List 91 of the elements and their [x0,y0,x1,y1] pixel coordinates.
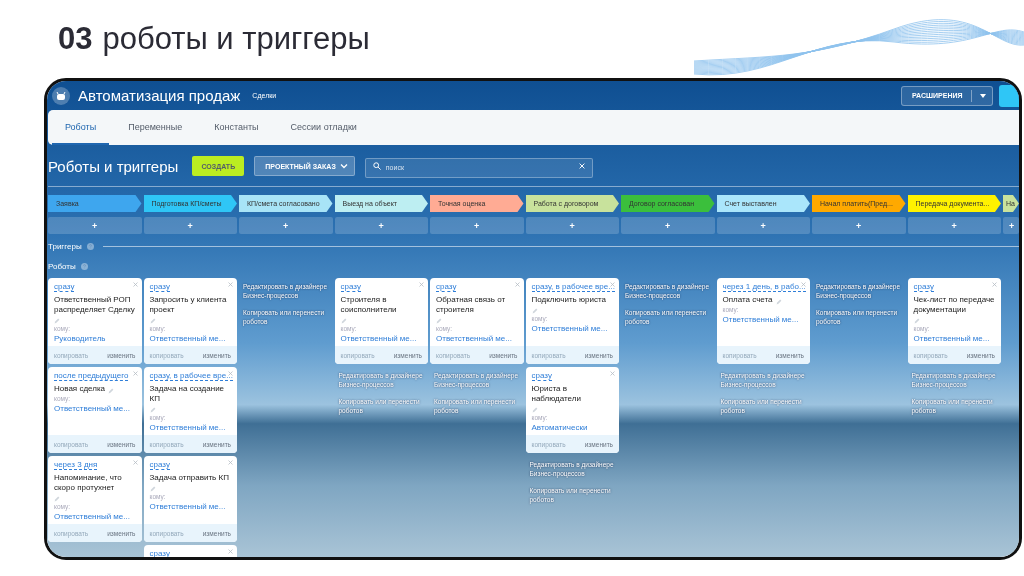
close-icon[interactable] [228,549,233,554]
add-robot-button[interactable]: + [239,217,333,234]
delay-link[interactable]: после предыдущего [54,371,129,381]
close-icon[interactable] [132,282,138,287]
close-icon[interactable] [228,460,233,465]
assignee-link[interactable]: Ответственный ме... [54,512,130,521]
assignee-link[interactable]: Ответственный ме... [722,315,799,324]
add-robot-button[interactable]: + [525,217,619,234]
close-icon[interactable] [228,282,233,287]
pencil-icon[interactable] [149,407,156,413]
delay-link[interactable]: через 3 дня [54,460,98,470]
tab[interactable]: Роботы [52,110,110,145]
assignee-link[interactable]: Ответственный ме... [531,324,608,333]
robot-title: Задача на создание КП [149,384,226,404]
delay-link[interactable]: сразу [531,371,552,381]
close-icon[interactable] [801,282,806,287]
slide-title: роботы и триггеры [102,22,370,56]
close-icon[interactable] [514,282,520,287]
pencil-icon[interactable] [531,407,538,413]
close-icon[interactable] [419,282,424,287]
add-robot-button[interactable]: + [48,217,142,234]
assignee-link[interactable]: Руководитель [54,334,106,343]
robot-title: Строителя в соисполнители [340,295,398,315]
robot-title: Новая сделка [54,384,106,394]
robot-title: Ответственный РОП распределяет Сделку [54,295,136,315]
robot-title: Чек-лист по передаче документации [913,295,995,315]
robot-title: Обратная связь от строителя [436,295,507,315]
assignee-link[interactable]: Ответственный ме... [436,334,512,343]
add-robot-button[interactable]: + [716,217,810,234]
assignee-link[interactable]: Ответственный ме... [54,404,130,413]
robot-title: Запросить у клиента проект [149,295,228,315]
assignee-link[interactable]: Ответственный ме... [149,334,226,343]
delay-link[interactable]: сразу [149,549,170,557]
assignee-link[interactable]: Ответственный ме... [149,502,226,511]
close-icon[interactable] [228,371,233,376]
robot-title: Юриста в наблюдатели [531,384,582,404]
delay-link[interactable]: сразу, в рабочее вре... [149,371,233,381]
pencil-icon[interactable] [436,318,442,324]
add-robot-button[interactable]: + [143,217,237,234]
app-title: Автоматизация продаж [78,87,241,104]
add-robot-button[interactable]: + [812,217,906,234]
robot-title: Подключить юриста [531,295,606,305]
assignee-link[interactable]: Ответственный ме... [149,423,226,432]
pencil-icon[interactable] [54,496,60,502]
add-robot-button[interactable]: + [621,217,715,234]
robot-icon [52,86,70,105]
close-icon[interactable] [610,371,615,376]
section-title: Триггеры [48,241,82,251]
delay-link[interactable]: сразу [340,282,361,292]
delay-link[interactable]: сразу [149,460,170,470]
assignee-link[interactable]: Ответственный ме... [913,334,990,343]
add-robot-button[interactable]: + [334,217,428,234]
assignee-link[interactable]: Ответственный ме... [340,334,417,343]
help-icon[interactable] [80,262,88,270]
pencil-icon[interactable] [54,318,60,324]
add-robot-button[interactable]: + [907,217,1001,234]
chevron-icon [339,162,348,170]
pencil-icon[interactable] [340,318,347,324]
section-title: Роботы [48,261,76,271]
close-icon[interactable] [610,282,615,287]
help-icon[interactable] [86,242,94,250]
tab[interactable]: Константы [201,110,272,145]
caret-icon [979,93,986,98]
pencil-icon[interactable] [531,308,538,314]
slide-number: 03 [58,22,93,56]
assignee-link[interactable]: Автоматически [531,423,588,432]
pencil-icon[interactable] [108,388,115,394]
pencil-icon[interactable] [913,318,920,324]
action-button[interactable] [999,84,1019,107]
clear-icon[interactable] [578,163,585,169]
delay-link[interactable]: через 1 день, в рабо... [722,282,806,292]
pencil-icon[interactable] [149,486,156,492]
search-icon [372,162,381,170]
delay-link[interactable]: сразу [913,282,934,292]
robot-title: Напоминание, что скоро протухнет [54,473,123,493]
tab[interactable]: Сессии отладки [277,110,370,145]
page-heading: Роботы и триггеры [48,157,179,175]
pencil-icon[interactable] [775,299,782,305]
tab[interactable]: Переменные [115,110,196,145]
pencil-icon[interactable] [149,318,156,324]
robot-title: Задача отправить КП [149,473,229,483]
robot-title: Оплата счета [722,295,773,305]
close-icon[interactable] [132,371,138,376]
delay-link[interactable]: сразу [149,282,170,292]
close-icon[interactable] [992,282,997,287]
add-robot-button[interactable]: + [1003,217,1019,234]
delay-link[interactable]: сразу [54,282,75,292]
add-robot-button[interactable]: + [430,217,524,234]
delay-link[interactable]: сразу [436,282,457,292]
delay-link[interactable]: сразу, в рабочее вре... [531,282,615,292]
close-icon[interactable] [132,460,138,465]
